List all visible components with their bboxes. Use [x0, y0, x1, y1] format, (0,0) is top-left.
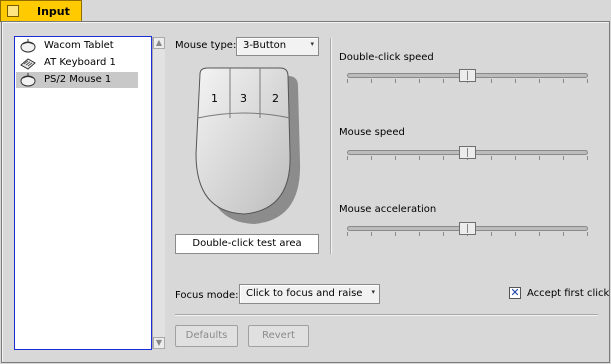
slider-tick	[371, 232, 372, 236]
mouse-button-middle[interactable]: 3	[240, 92, 247, 105]
scroll-down-arrow-icon[interactable]: ▼	[153, 337, 165, 349]
mouse-button-right[interactable]: 2	[272, 92, 279, 105]
slider-tick	[347, 232, 348, 236]
chevron-down-icon: ▾	[371, 288, 375, 296]
slider-tick	[587, 156, 588, 160]
slider-tick	[539, 156, 540, 160]
list-item[interactable]: PS/2 Mouse 1	[16, 72, 138, 88]
double-click-speed-thumb[interactable]	[459, 69, 476, 82]
slider-tick	[563, 232, 564, 236]
slider-tick	[515, 156, 516, 160]
vertical-divider	[330, 38, 331, 254]
accept-first-click-label: Accept first click	[527, 288, 610, 299]
slider-tick	[395, 232, 396, 236]
slider-tick	[347, 79, 348, 83]
device-label: AT Keyboard 1	[44, 57, 116, 68]
window-title: Input	[37, 5, 70, 18]
slider-tick	[419, 232, 420, 236]
slider-tick	[491, 79, 492, 83]
slider-tick	[419, 156, 420, 160]
chevron-down-icon: ▾	[310, 40, 314, 48]
slider-tick	[587, 79, 588, 83]
double-click-test-area[interactable]: Double-click test area	[175, 234, 319, 254]
window-tab[interactable]: Input	[0, 0, 82, 22]
mouse-button-left[interactable]: 1	[211, 92, 218, 105]
keyboard-icon	[20, 58, 36, 70]
defaults-button[interactable]: Defaults	[175, 325, 238, 347]
slider-tick	[347, 156, 348, 160]
slider-tick	[539, 79, 540, 83]
mouse-acceleration-label: Mouse acceleration	[339, 204, 437, 215]
device-label: PS/2 Mouse 1	[44, 74, 112, 85]
mouse-type-value: 3-Button	[243, 40, 287, 51]
mouse-type-label: Mouse type:	[175, 40, 237, 51]
device-label: Wacom Tablet	[44, 40, 114, 51]
focus-mode-value: Click to focus and raise	[246, 288, 363, 299]
focus-mode-label: Focus mode:	[175, 290, 239, 301]
slider-tick	[443, 232, 444, 236]
mouse-speed-label: Mouse speed	[339, 127, 405, 138]
mouse-acceleration-thumb[interactable]	[459, 222, 476, 235]
slider-tick	[515, 232, 516, 236]
scroll-up-arrow-icon[interactable]: ▲	[153, 37, 165, 49]
slider-tick	[419, 79, 420, 83]
slider-tick	[515, 79, 516, 83]
mouse-illustration	[195, 67, 301, 224]
list-item[interactable]: AT Keyboard 1	[16, 55, 138, 71]
list-item[interactable]: Wacom Tablet	[16, 38, 138, 54]
accept-first-click-checkbox[interactable]: ✕	[509, 287, 521, 299]
slider-tick	[443, 79, 444, 83]
mouse-type-popup[interactable]: 3-Button ▾	[236, 37, 319, 56]
slider-tick	[563, 156, 564, 160]
slider-tick	[563, 79, 564, 83]
mouse-speed-thumb[interactable]	[459, 146, 476, 159]
slider-tick	[443, 156, 444, 160]
focus-mode-popup[interactable]: Click to focus and raise ▾	[239, 284, 380, 304]
device-list[interactable]: Wacom Tablet AT Keyboard 1 PS/2 Mouse 1 …	[14, 36, 165, 350]
slider-tick	[491, 232, 492, 236]
close-box-icon[interactable]	[7, 5, 19, 17]
double-click-speed-label: Double-click speed	[339, 52, 434, 63]
mouse-icon	[20, 39, 36, 53]
slider-tick	[395, 156, 396, 160]
slider-tick	[587, 232, 588, 236]
slider-tick	[539, 232, 540, 236]
horizontal-divider	[175, 314, 598, 315]
slider-tick	[491, 156, 492, 160]
slider-tick	[371, 156, 372, 160]
slider-tick	[371, 79, 372, 83]
slider-tick	[395, 79, 396, 83]
mouse-icon	[20, 73, 36, 87]
list-scrollbar[interactable]: ▲ ▼	[152, 37, 165, 349]
revert-button[interactable]: Revert	[248, 325, 309, 347]
